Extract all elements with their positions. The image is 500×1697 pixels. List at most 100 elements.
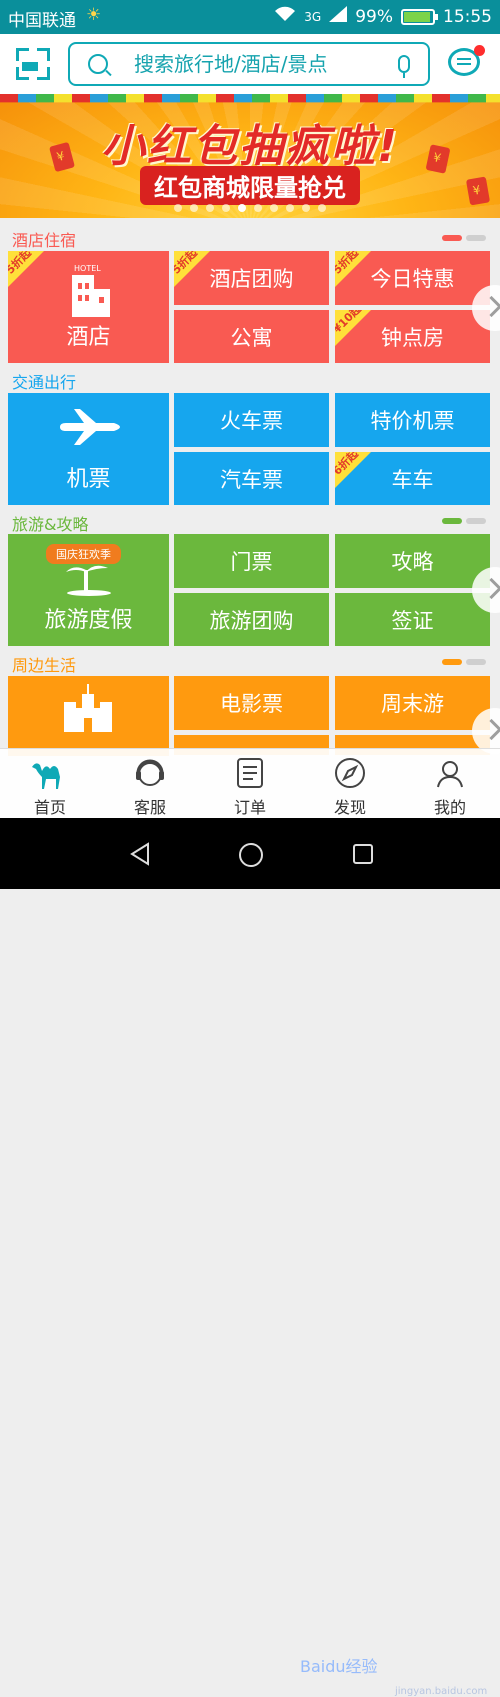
tile-label: 公寓 [230, 325, 273, 350]
message-icon[interactable] [448, 45, 485, 76]
scan-qr-icon[interactable] [16, 48, 50, 80]
section-title-local: 周边生活 [12, 656, 77, 675]
vacation-tile[interactable]: 国庆狂欢季 旅游度假 [8, 534, 169, 646]
back-icon[interactable] [128, 842, 152, 870]
order-list-icon [234, 757, 266, 789]
tile-label: 火车票 [220, 409, 283, 433]
microphone-icon[interactable] [398, 55, 410, 78]
watermark-url: jingyan.baidu.com [395, 1686, 488, 1697]
vacation-label: 旅游度假 [44, 608, 133, 633]
tile-label: 攻略 [391, 550, 434, 574]
tile-label: 车车 [391, 467, 434, 492]
profile-icon [434, 757, 466, 789]
status-bar: 中国联通 ☀ 3G 99% 15:55 [0, 0, 500, 34]
hotel-label: 酒店 [66, 325, 111, 350]
search-box[interactable] [68, 42, 430, 86]
palm-island-icon [64, 562, 114, 601]
status-right: 3G 99% 15:55 [274, 6, 492, 27]
banner-dot [190, 204, 198, 212]
section-pager [442, 659, 486, 665]
nav-label: 订单 [233, 798, 266, 817]
nav-customer-service[interactable]: 客服 [100, 749, 200, 819]
hotel-icon-text: HOTEL [74, 264, 101, 273]
headset-icon [134, 757, 166, 789]
section-pager [442, 235, 486, 241]
signal-icon [329, 6, 348, 27]
banner-dot [270, 204, 278, 212]
red-envelope-icon [465, 176, 491, 206]
today-deals-tile[interactable]: 5折起 今日特惠 [335, 251, 490, 305]
battery-icon [401, 8, 438, 25]
tile-label: 酒店团购 [209, 267, 294, 291]
nav-home[interactable]: 首页 [0, 749, 100, 819]
tile-label: 签证 [391, 608, 434, 633]
camel-icon [32, 757, 66, 789]
carrier-name: 中国联通 [8, 11, 76, 31]
tour-groupbuy-tile[interactable]: 旅游团购 [174, 593, 329, 646]
nav-label: 我的 [433, 798, 466, 817]
attraction-tickets-tile[interactable]: 门票 [174, 534, 329, 588]
local-life-tile[interactable] [8, 676, 169, 756]
nav-orders[interactable]: 订单 [200, 749, 300, 819]
section-pager [442, 518, 486, 524]
home-circle-icon[interactable] [238, 842, 264, 872]
tile-label: 周末游 [381, 692, 444, 716]
bus-ticket-tile[interactable]: 汽车票 [174, 452, 329, 505]
banner-dot [174, 204, 182, 212]
vacation-promo-ribbon: 国庆狂欢季 [46, 544, 121, 564]
visa-tile[interactable]: 签证 [335, 593, 490, 646]
search-input[interactable] [132, 51, 376, 77]
hotel-groupbuy-tile[interactable]: 5折起 酒店团购 [174, 251, 329, 305]
battery-percent: 99% [355, 6, 393, 27]
banner-dot [254, 204, 262, 212]
hourly-room-tile[interactable]: ¥10起 钟点房 [335, 310, 490, 363]
nav-label: 客服 [133, 798, 166, 817]
flight-tile[interactable]: 机票 [8, 393, 169, 505]
nav-label: 首页 [33, 798, 66, 817]
movie-tickets-tile[interactable]: 电影票 [174, 676, 329, 730]
nav-label: 发现 [333, 798, 366, 817]
tile-label: 电影票 [220, 692, 283, 716]
nav-discover[interactable]: 发现 [300, 749, 400, 819]
compass-icon [334, 757, 366, 789]
tile-label: 汽车票 [220, 467, 283, 492]
train-ticket-tile[interactable]: 火车票 [174, 393, 329, 447]
promo-banner[interactable]: 小红包抽疯啦! 红包商城限量抢兑 [0, 94, 500, 218]
watermark-text: Baidu经验 [300, 1657, 378, 1676]
flight-label: 机票 [66, 467, 111, 492]
wifi-icon [274, 6, 296, 27]
hotel-building-icon: HOTEL [66, 261, 114, 322]
banner-title: 小红包抽疯啦! [100, 121, 400, 172]
recents-square-icon[interactable] [352, 843, 374, 869]
castle-icon [60, 684, 116, 737]
tile-label: 今日特惠 [370, 267, 455, 291]
banner-subtitle: 红包商城限量抢兑 [140, 166, 360, 205]
banner-pager [0, 204, 500, 212]
banner-dot [302, 204, 310, 212]
hotel-tile[interactable]: 5折起 HOTEL 酒店 [8, 251, 169, 363]
travel-guide-tile[interactable]: 攻略 [335, 534, 490, 588]
apartment-tile[interactable]: 公寓 [174, 310, 329, 363]
tile-label: 门票 [230, 550, 273, 574]
car-service-tile[interactable]: 6折起 车车 [335, 452, 490, 505]
section-title-travel: 旅游&攻略 [12, 515, 89, 534]
banner-dot [222, 204, 230, 212]
network-type: 3G [304, 9, 322, 24]
tile-label: 旅游团购 [209, 608, 294, 633]
weather-sun-icon: ☀ [86, 5, 102, 25]
clock: 15:55 [443, 6, 492, 27]
bottom-navigation: 首页 客服 订单 发现 我的 [0, 748, 500, 819]
notification-dot [474, 45, 485, 56]
banner-dot [238, 204, 246, 212]
weekend-trip-tile[interactable]: 周末游 [335, 676, 490, 730]
tile-label: 特价机票 [370, 409, 455, 433]
section-title-hotel: 酒店住宿 [12, 231, 77, 250]
banner-dot [318, 204, 326, 212]
nav-profile[interactable]: 我的 [400, 749, 500, 819]
system-navigation-bar: Baidu经验 jingyan.baidu.com [0, 818, 500, 1697]
cheap-flights-tile[interactable]: 特价机票 [335, 393, 490, 447]
banner-dot [206, 204, 214, 212]
section-title-transport: 交通出行 [12, 373, 77, 392]
airplane-icon [58, 407, 122, 452]
banner-dot [286, 204, 294, 212]
